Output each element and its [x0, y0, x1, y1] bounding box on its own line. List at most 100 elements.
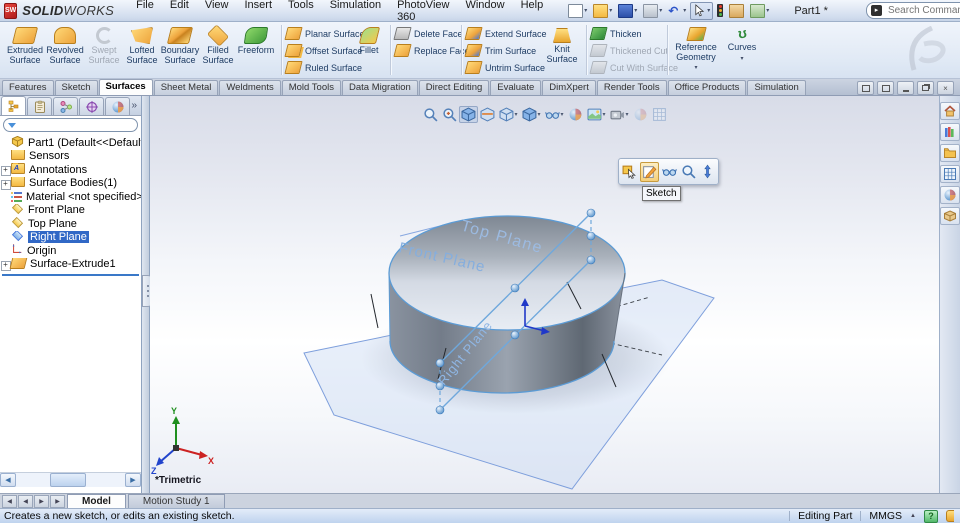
graphics-viewport[interactable]: Top Plane Front Plane Right Plane Y X Z	[150, 96, 939, 493]
reference-geometry-button[interactable]: Reference Geometry ▾	[671, 23, 721, 75]
tab-features[interactable]: Features	[2, 80, 54, 95]
tab-evaluate[interactable]: Evaluate	[490, 80, 542, 95]
dropdown-caret-icon[interactable]: ▾	[740, 55, 743, 62]
tab-render-tools[interactable]: Render Tools	[596, 80, 667, 95]
previous-view-button[interactable]	[458, 106, 478, 123]
expand-toggle[interactable]: +	[0, 166, 11, 177]
last-tab-button[interactable]: ▶	[50, 494, 65, 508]
search-scope-icon[interactable]: ▸	[870, 5, 882, 16]
pan-button[interactable]	[650, 106, 669, 123]
untrim-surface-button[interactable]: Untrim Surface	[464, 59, 547, 76]
search-commands-box[interactable]: ▸ ▾	[865, 2, 960, 19]
apply-scene-button[interactable]: ▾	[585, 106, 608, 123]
tab-dimxpert[interactable]: DimXpert	[542, 80, 596, 95]
menu-view[interactable]: View	[197, 0, 237, 25]
tree-item-material[interactable]: Material <not specified>	[0, 190, 141, 204]
undo-button[interactable]: ↶ ▾	[666, 2, 688, 19]
open-button[interactable]: ▾	[591, 2, 614, 19]
expand-toggle[interactable]: +	[0, 179, 11, 190]
print-button[interactable]: ▾	[641, 2, 664, 19]
fillet-button[interactable]: Fillet	[352, 23, 386, 75]
configurationmanager-tab[interactable]	[53, 97, 78, 115]
prev-tab-button[interactable]: ◀	[18, 494, 33, 508]
thicken-button[interactable]: Thicken	[589, 25, 678, 42]
tree-horizontal-scrollbar[interactable]: ◀ ▶	[0, 472, 141, 487]
tree-item-surface-extrude1[interactable]: + Surface-Extrude1	[0, 257, 141, 272]
menu-insert[interactable]: Insert	[237, 0, 281, 25]
units-label[interactable]: MMGS	[869, 510, 902, 522]
rollback-bar[interactable]	[2, 274, 139, 276]
tree-item-surface-bodies[interactable]: + Surface Bodies(1)	[0, 176, 141, 191]
file-explorer-tab[interactable]	[940, 144, 960, 162]
replace-face-button[interactable]: Replace Face	[393, 42, 470, 59]
menu-photoview360[interactable]: PhotoView 360	[389, 0, 457, 25]
tree-item-origin[interactable]: Origin	[0, 244, 141, 258]
model-tab[interactable]: Model	[67, 494, 126, 508]
dimxpertmanager-tab[interactable]	[79, 97, 104, 115]
view-palette-tab[interactable]	[940, 165, 960, 183]
rebuild-button[interactable]	[715, 2, 725, 19]
doc-close-button[interactable]: ×	[937, 81, 954, 95]
revolved-surface-button[interactable]: Revolved Surface	[45, 23, 85, 75]
units-caret-icon[interactable]: ▲	[910, 513, 916, 519]
panel-splitter[interactable]	[142, 96, 153, 493]
menu-edit[interactable]: Edit	[162, 0, 197, 25]
tab-sheet-metal[interactable]: Sheet Metal	[153, 80, 219, 95]
first-tab-button[interactable]: ◀	[2, 494, 17, 508]
displaymanager-tab[interactable]	[105, 97, 130, 115]
edit-appearance-button[interactable]	[566, 106, 585, 123]
tab-simulation[interactable]: Simulation	[747, 80, 806, 95]
menu-simulation[interactable]: Simulation	[322, 0, 389, 25]
tree-item-sensors[interactable]: Sensors	[0, 149, 141, 164]
tree-item-part[interactable]: Part1 (Default<<Default>_Displa	[0, 136, 141, 150]
save-button[interactable]: ▾	[616, 2, 639, 19]
select-tool-button[interactable]: ▾	[690, 1, 714, 20]
motion-study-tab[interactable]: Motion Study 1	[127, 494, 225, 508]
boundary-surface-button[interactable]: Boundary Surface	[160, 23, 200, 75]
doc-restore-button[interactable]	[917, 81, 934, 95]
tree-item-annotations[interactable]: + A Annotations	[0, 163, 141, 177]
sketch-button[interactable]	[640, 161, 659, 182]
zoom-to-area-button[interactable]	[439, 106, 458, 123]
menu-tools[interactable]: Tools	[280, 0, 322, 25]
tab-direct-editing[interactable]: Direct Editing	[418, 80, 490, 95]
custom-properties-tab[interactable]	[940, 207, 960, 225]
zoom-to-fit-button[interactable]	[420, 106, 439, 123]
view-orientation-button[interactable]: ▾	[496, 106, 519, 123]
knit-surface-button[interactable]: Knit Surface	[542, 23, 582, 75]
doc-window-icon[interactable]	[877, 81, 894, 95]
doc-minimize-button[interactable]	[897, 81, 914, 95]
filled-surface-button[interactable]: Filled Surface	[198, 23, 238, 75]
options-button[interactable]	[727, 2, 746, 19]
scroll-right-button[interactable]: ▶	[125, 473, 141, 487]
file-properties-button[interactable]: ▾	[748, 2, 771, 19]
curves-button[interactable]: ʊ Curves ▾	[723, 23, 761, 75]
delete-face-button[interactable]: Delete Face	[393, 25, 470, 42]
section-view-button[interactable]	[477, 106, 496, 123]
magnify-button[interactable]	[680, 163, 697, 181]
lofted-surface-button[interactable]: Lofted Surface	[122, 23, 162, 75]
extruded-surface-button[interactable]: Extruded Surface	[5, 23, 45, 75]
panel-overflow-chevrons[interactable]: »	[131, 100, 137, 111]
tab-weldments[interactable]: Weldments	[219, 80, 281, 95]
normal-to-button[interactable]	[699, 163, 716, 181]
featuremanager-tab[interactable]	[1, 96, 26, 115]
tab-surfaces[interactable]: Surfaces	[98, 79, 153, 95]
view-settings-button[interactable]: ▾	[608, 106, 631, 123]
display-style-button[interactable]: ▾	[519, 106, 542, 123]
tree-item-front-plane[interactable]: Front Plane	[0, 203, 141, 218]
doc-window-icon[interactable]	[857, 81, 874, 95]
scroll-left-button[interactable]: ◀	[0, 473, 16, 487]
tab-data-migration[interactable]: Data Migration	[341, 80, 418, 95]
edit-feature-button[interactable]	[621, 163, 638, 181]
dropdown-caret-icon[interactable]: ▾	[694, 64, 697, 71]
appearances-scenes-tab[interactable]	[940, 186, 960, 204]
tab-sketch[interactable]: Sketch	[54, 80, 98, 95]
extend-surface-button[interactable]: Extend Surface	[464, 25, 547, 42]
trim-surface-button[interactable]: Trim Surface	[464, 42, 547, 59]
tab-office-products[interactable]: Office Products	[667, 80, 747, 95]
menu-file[interactable]: File	[128, 0, 162, 25]
hide-show-button[interactable]	[661, 163, 678, 181]
tab-mold-tools[interactable]: Mold Tools	[281, 80, 341, 95]
menu-window[interactable]: Window	[457, 0, 512, 25]
